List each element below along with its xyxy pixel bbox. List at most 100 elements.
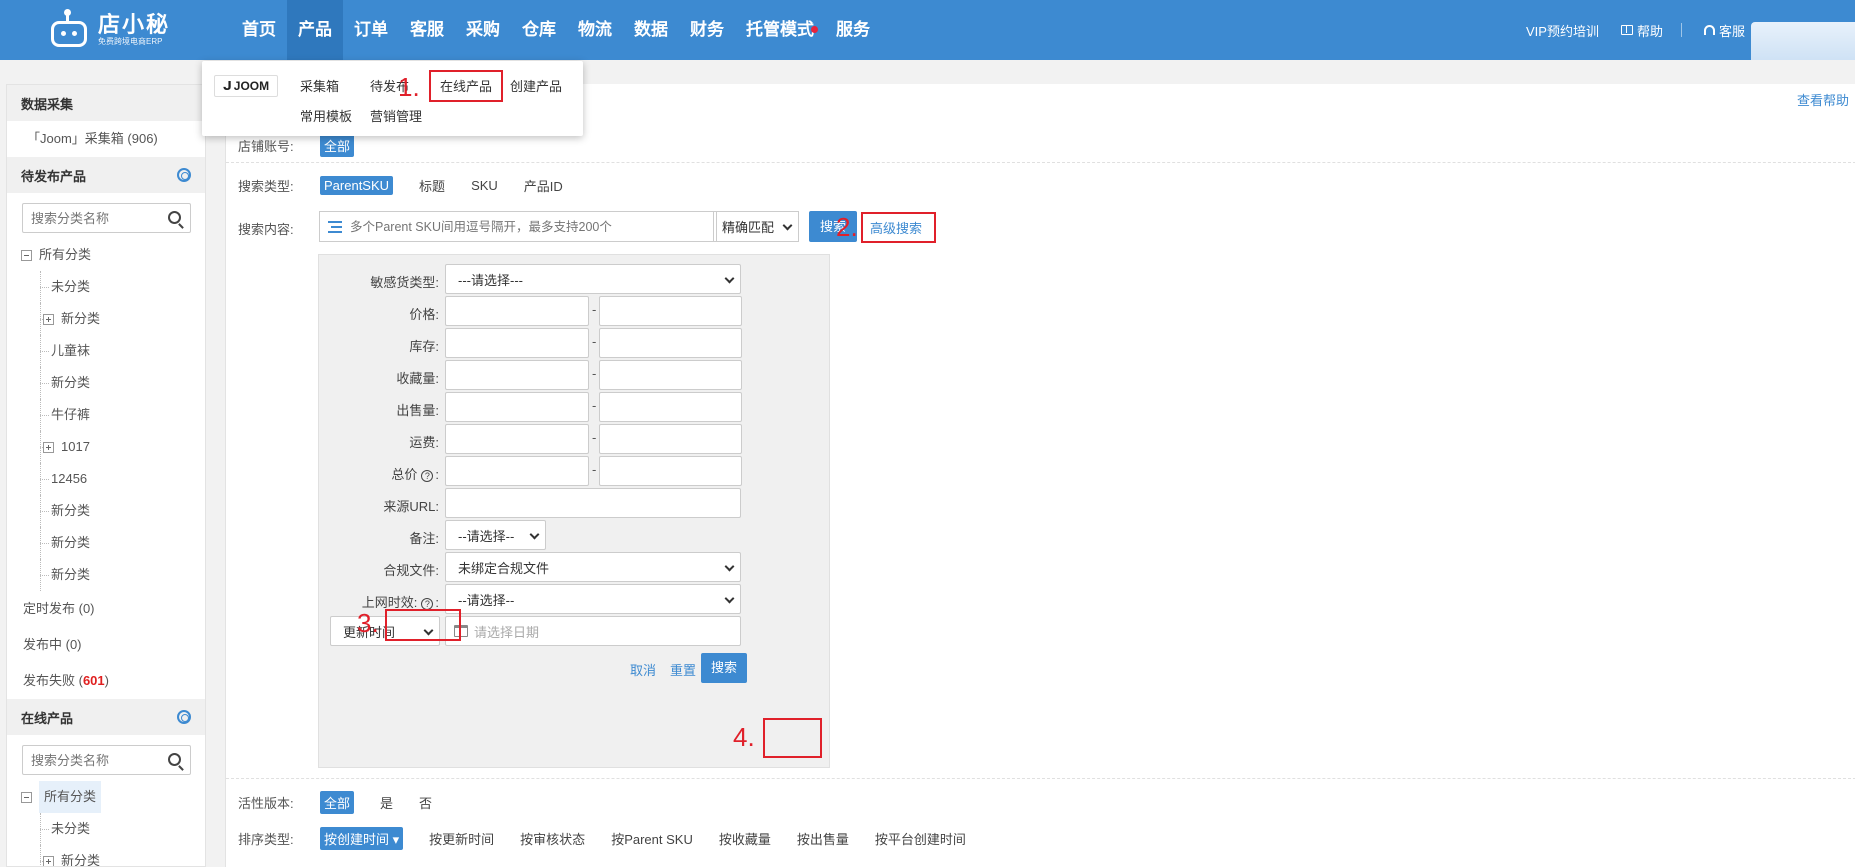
nav-order[interactable]: 订单 [343,0,399,60]
date-range-input[interactable]: 请选择日期 [445,616,741,646]
shipping-max-input[interactable] [599,424,742,454]
annotation-box-compliance [385,609,461,641]
search-content-input[interactable] [350,219,650,234]
sort-by-parent-sku[interactable]: 按Parent SKU [611,829,693,848]
active-version-no[interactable]: 否 [419,793,432,812]
sort-by-platform-created[interactable]: 按平台创建时间 [875,829,966,848]
price-max-input[interactable] [599,296,742,326]
nav-product[interactable]: 产品 [287,0,343,60]
collapse-icon[interactable] [21,249,32,261]
expand-icon[interactable] [43,313,54,325]
user-avatar-area[interactable] [1751,22,1855,60]
menu-item-marketing[interactable]: 营销管理 [370,106,422,125]
nav-data[interactable]: 数据 [623,0,679,60]
menu-item-create-product[interactable]: 创建产品 [510,76,562,95]
tree-item[interactable]: 新分类 [21,303,205,335]
price-min-input[interactable] [445,296,589,326]
tree-item[interactable]: 未分类 [21,271,205,303]
gear-icon[interactable] [177,710,191,724]
tree-item-all[interactable]: 所有分类 [21,239,205,271]
total-max-input[interactable] [599,456,742,486]
online-category-search-input[interactable] [23,746,153,774]
category-search-input[interactable] [23,204,153,232]
search-type-parentsku[interactable]: ParentSKU [320,176,394,195]
menu-item-templates[interactable]: 常用模板 [300,106,352,125]
list-icon[interactable] [328,220,342,233]
nav-finance[interactable]: 财务 [679,0,735,60]
search-type-sku[interactable]: SKU [471,178,498,193]
range-dash: - [592,462,597,477]
favorites-min-input[interactable] [445,360,589,390]
stock-label: 库存: [409,339,439,354]
stock-max-input[interactable] [599,328,742,358]
question-icon[interactable]: ? [421,597,434,610]
sort-by-sold[interactable]: 按出售量 [797,829,849,848]
nav-logistics[interactable]: 物流 [567,0,623,60]
chevron-down-icon [724,273,735,284]
sidebar-item-joom-collect-box[interactable]: 「Joom」采集箱 (906) [7,121,205,157]
expand-icon[interactable] [43,855,54,866]
tree-item-all-selected[interactable]: 所有分类 [21,781,205,813]
online-time-select[interactable]: --请选择-- [445,584,741,614]
match-mode-select[interactable]: 精确匹配 [713,211,799,242]
nav-home[interactable]: 首页 [231,0,287,60]
online-category-tree: 所有分类 未分类 新分类 [7,781,205,866]
menu-item-collect-box[interactable]: 采集箱 [300,76,339,95]
tree-item[interactable]: 牛仔裤 [21,399,205,431]
sort-by-updated[interactable]: 按更新时间 [429,829,494,848]
sold-max-input[interactable] [599,392,742,422]
search-icon[interactable] [168,211,181,224]
tree-item[interactable]: 新分类 [21,559,205,591]
nav-service[interactable]: 服务 [825,0,881,60]
compliance-file-select[interactable]: 未绑定合规文件 [445,552,741,582]
tree-item[interactable]: 儿童袜 [21,335,205,367]
sold-min-input[interactable] [445,392,589,422]
sensitive-type-select[interactable]: ---请选择--- [445,264,741,294]
view-help-link[interactable]: 查看帮助 [1797,90,1849,109]
nav-hosting-mode[interactable]: 托管模式 [735,0,825,60]
sold-label: 出售量: [396,403,439,418]
sidebar-item-publishing[interactable]: 发布中 (0) [7,627,205,663]
tree-item[interactable]: 1017 [21,431,205,463]
favorites-max-input[interactable] [599,360,742,390]
active-version-all[interactable]: 全部 [320,791,355,814]
tree-item[interactable]: 未分类 [21,813,205,845]
gear-icon[interactable] [177,168,191,182]
tree-item[interactable]: 新分类 [21,495,205,527]
app-logo[interactable]: 店小秘 免费跨境电商ERP [48,8,178,52]
sidebar-item-failed[interactable]: 发布失败 (601) [7,663,205,699]
joom-platform-badge[interactable]: ᒍ JOOM [214,75,278,97]
reset-link[interactable]: 重置 [670,660,696,679]
expand-icon[interactable] [43,441,54,453]
help-link[interactable]: 帮助 [1620,21,1663,40]
tree-item[interactable]: 12456 [21,463,205,495]
search-icon[interactable] [168,753,181,766]
nav-warehouse[interactable]: 仓库 [511,0,567,60]
cancel-link[interactable]: 取消 [630,660,656,679]
collapse-icon[interactable] [21,791,32,803]
question-icon[interactable]: ? [421,469,434,482]
sort-by-review-status[interactable]: 按审核状态 [520,829,585,848]
remark-select[interactable]: --请选择-- [445,520,546,550]
annotation-step-4: 4. [733,722,755,752]
total-min-input[interactable] [445,456,589,486]
shipping-min-input[interactable] [445,424,589,454]
source-url-input[interactable] [445,488,741,518]
tree-item[interactable]: 新分类 [21,527,205,559]
stock-min-input[interactable] [445,328,589,358]
tree-item[interactable]: 新分类 [21,845,205,866]
tree-item[interactable]: 新分类 [21,367,205,399]
active-version-yes[interactable]: 是 [380,793,393,812]
vip-training-link[interactable]: VIP预约培训 [1526,21,1599,40]
advanced-search-submit-button[interactable]: 搜索 [701,653,747,683]
customer-service-link[interactable]: 客服 [1703,21,1745,40]
pending-category-tree: 所有分类 未分类 新分类 儿童袜 新分类 牛仔裤 1017 12456 新分类 … [7,239,205,591]
sidebar-item-scheduled[interactable]: 定时发布 (0) [7,591,205,627]
search-type-title[interactable]: 标题 [419,176,445,195]
sort-by-created[interactable]: 按创建时间 ▾ [320,827,404,850]
nav-purchase[interactable]: 采购 [455,0,511,60]
nav-customer-service[interactable]: 客服 [399,0,455,60]
search-type-product-id[interactable]: 产品ID [524,176,563,195]
shop-all-option[interactable]: 全部 [320,134,355,157]
sort-by-favorites[interactable]: 按收藏量 [719,829,771,848]
